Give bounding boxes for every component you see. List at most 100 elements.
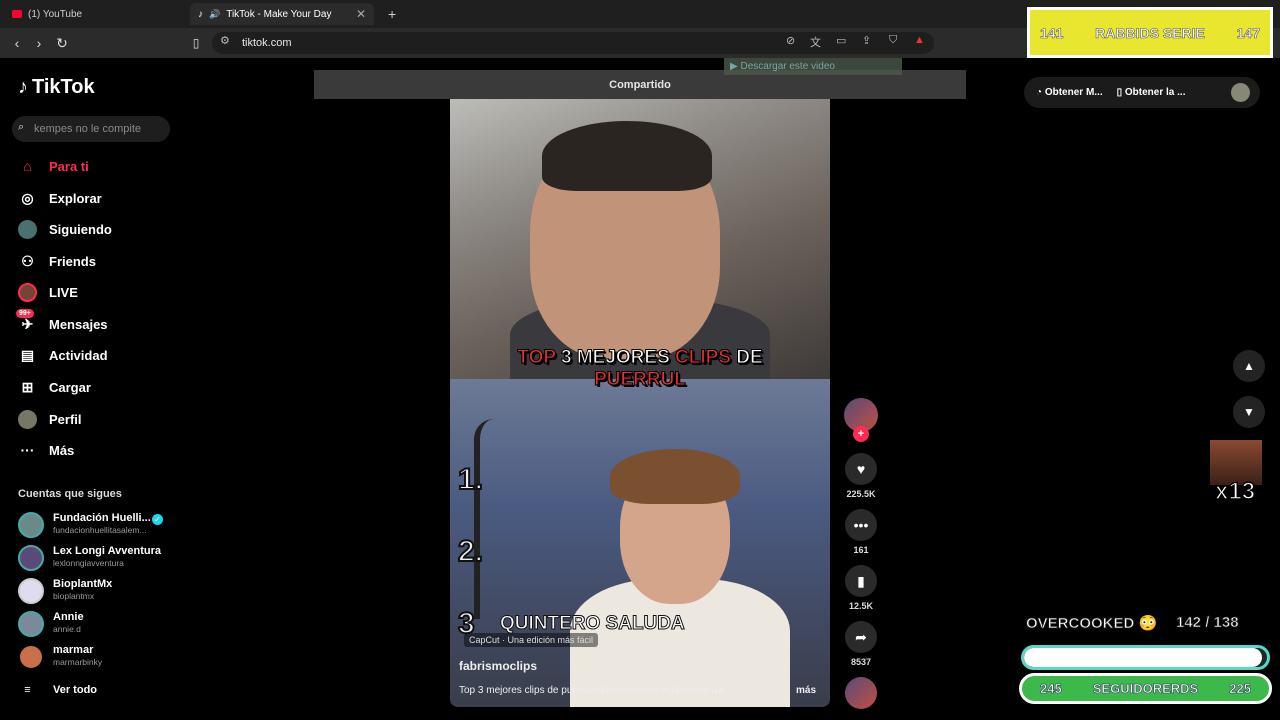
- logo-text: TikTok: [32, 76, 95, 98]
- tab-label: TikTok - Make Your Day: [226, 8, 332, 20]
- sidebar-item-cargar[interactable]: ⊞ Cargar: [18, 375, 91, 399]
- progress-bar: [1021, 645, 1270, 670]
- music-disc-icon[interactable]: [845, 677, 877, 709]
- bookmark-icon[interactable]: ▯: [187, 34, 205, 52]
- get-app-button[interactable]: ◔ Obtener M...: [1036, 87, 1103, 98]
- save-count: 12.5K: [848, 601, 874, 611]
- account-name: Lex Longi Avventura: [53, 545, 161, 557]
- caption-word: TOP: [517, 347, 556, 369]
- friends-icon: ⚇: [21, 252, 34, 269]
- avatar: [18, 611, 44, 637]
- sidebar-item-actividad[interactable]: ▤ Actividad: [18, 343, 108, 367]
- followers-label: SEGUIDORERDS: [1092, 681, 1199, 697]
- verified-icon: ✓: [152, 514, 163, 525]
- chevron-up-icon: ▲: [1243, 359, 1255, 373]
- nav-label: Cargar: [49, 379, 91, 395]
- tab-label: (1) YouTube: [28, 8, 83, 20]
- share-button[interactable]: ➦ 8537: [843, 621, 879, 667]
- account-handle: annie.d: [53, 624, 81, 634]
- shield-icon[interactable]: ⛉: [889, 34, 897, 47]
- site-settings-icon[interactable]: ⚙: [220, 34, 230, 47]
- nav-label: Actividad: [49, 347, 108, 363]
- video-author[interactable]: fabrismoclips: [459, 659, 537, 673]
- sidebar-item-mas[interactable]: ··· Más: [18, 438, 75, 462]
- account-name: BioplantMx: [53, 578, 113, 590]
- reload-button[interactable]: ↻: [53, 34, 71, 52]
- sidebar-item-live[interactable]: LIVE: [18, 280, 78, 304]
- hair-shape: [610, 449, 740, 504]
- activity-icon: ▤: [20, 346, 35, 363]
- video-player[interactable]: TOP 3 MEJORES CLIPS DE PUERRUL 1. 2. 3 Q…: [450, 99, 830, 707]
- url-bar[interactable]: tiktok.com: [212, 32, 934, 54]
- compass-icon: ◎: [21, 189, 34, 206]
- like-button[interactable]: ♥ 225.5K: [843, 453, 879, 499]
- chevron-down-icon: ▼: [1243, 405, 1255, 419]
- like-count: 225.5K: [846, 489, 876, 499]
- sidebar-item-perfil[interactable]: Perfil: [18, 407, 82, 431]
- speaker-icon[interactable]: 🔊: [209, 9, 220, 20]
- followers-right: 225: [1229, 681, 1251, 697]
- follow-plus-icon[interactable]: +: [853, 426, 869, 442]
- tiktok-logo[interactable]: ♪ TikTok: [18, 76, 95, 99]
- nav-label: Friends: [49, 253, 96, 269]
- nav-label: LIVE: [49, 284, 78, 300]
- account-handle: fundacionhuellitasalem...: [53, 525, 147, 535]
- clip-caption: QUINTERO SALUDA: [500, 613, 686, 635]
- message-icon: ✈ 99+: [16, 308, 37, 334]
- sidebar-item-friends[interactable]: ⚇ Friends: [18, 249, 96, 273]
- get-mobile-label: Obtener la ...: [1124, 87, 1186, 98]
- back-button[interactable]: ‹: [8, 34, 26, 52]
- cast-icon[interactable]: ▭: [836, 34, 846, 47]
- translate-icon[interactable]: 文: [810, 34, 821, 50]
- get-mobile-button[interactable]: ▯ Obtener la ...: [1117, 87, 1186, 98]
- capcut-link[interactable]: CapCut · Una edición más fácil: [464, 633, 599, 647]
- more-link[interactable]: más: [796, 685, 816, 696]
- comment-icon: •••: [845, 509, 877, 541]
- mute-icon[interactable]: ⊘: [786, 34, 795, 47]
- search-placeholder: kempes no le compite: [34, 123, 141, 135]
- see-all-link[interactable]: ≡ Ver todo: [18, 678, 97, 702]
- followed-account[interactable]: Lex Longi Avventura lexlonngiavventura: [18, 543, 178, 573]
- save-button[interactable]: ▮ 12.5K: [843, 565, 879, 611]
- followed-account[interactable]: Annie annie.d: [18, 609, 178, 639]
- nav-label: Perfil: [49, 411, 82, 427]
- emote-multiplier: x13: [1214, 477, 1256, 506]
- upload-icon: ⊞: [21, 378, 34, 395]
- search-input[interactable]: ⌕ kempes no le compite: [12, 116, 170, 142]
- nav-label: Para ti: [49, 158, 89, 174]
- followed-account[interactable]: Fundación Huelli... ✓ fundacionhuellitasal…: [18, 510, 178, 540]
- get-app-bar: ◔ Obtener M... ▯ Obtener la ...: [1024, 77, 1260, 108]
- list-icon: ≡: [24, 684, 31, 696]
- message-badge: 99+: [16, 308, 34, 318]
- new-tab-button[interactable]: +: [380, 3, 402, 25]
- next-video-button[interactable]: ▼: [1233, 396, 1265, 428]
- nav-label: Siguiendo: [49, 221, 112, 237]
- close-tab-icon[interactable]: ✕: [356, 7, 366, 21]
- youtube-icon: [12, 10, 22, 18]
- url-text: tiktok.com: [242, 37, 292, 49]
- home-icon: ⌂: [23, 158, 32, 174]
- account-name: Annie: [53, 611, 84, 623]
- tab-youtube[interactable]: (1) YouTube: [4, 3, 184, 25]
- sidebar-item-mensajes[interactable]: ✈ 99+ Mensajes: [16, 308, 108, 336]
- video-description: Top 3 mejores clips de puerrul#davooxene…: [459, 685, 736, 696]
- followed-account[interactable]: BioplantMx bioplantmx: [18, 576, 178, 606]
- previous-video-button[interactable]: ▲: [1233, 350, 1265, 382]
- nav-label: Más: [49, 442, 75, 458]
- profile-icon: [18, 409, 37, 429]
- comment-count: 161: [853, 545, 869, 555]
- sidebar-item-siguiendo[interactable]: Siguiendo: [18, 217, 112, 241]
- extension-icon[interactable]: ▲: [914, 34, 925, 46]
- sidebar-item-para-ti[interactable]: ⌂ Para ti: [18, 154, 89, 178]
- sidebar-item-explorar[interactable]: ◎ Explorar: [18, 186, 101, 210]
- forward-button[interactable]: ›: [30, 34, 48, 52]
- share-icon[interactable]: ⇪: [862, 34, 871, 47]
- followed-account[interactable]: marmar marmarbinky: [18, 642, 178, 672]
- tab-tiktok[interactable]: ♪ 🔊 TikTok - Make Your Day ✕: [190, 3, 374, 25]
- rank-2: 2.: [457, 534, 484, 569]
- avatar[interactable]: [1231, 83, 1250, 102]
- search-icon: ⌕: [18, 121, 25, 133]
- share-count: 8537: [850, 657, 872, 667]
- comment-button[interactable]: ••• 161: [843, 509, 879, 555]
- download-video-button[interactable]: ▶ Descargar este video: [724, 58, 902, 75]
